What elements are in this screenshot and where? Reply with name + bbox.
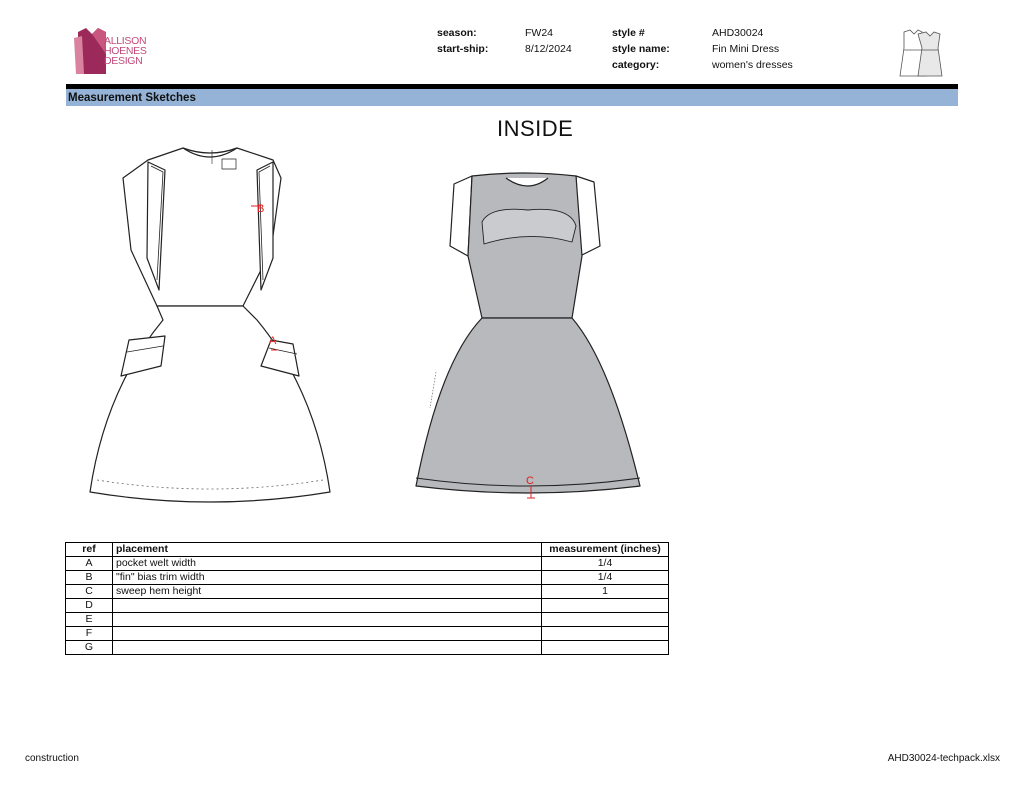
cell-placement: [112, 612, 542, 627]
category-value: women's dresses: [712, 59, 793, 71]
cell-measurement: 1: [541, 584, 669, 599]
table-header-row: ref placement measurement (inches): [65, 542, 669, 557]
cell-ref: E: [65, 612, 113, 627]
logo-wordmark: ALLISON HOENES DESIGN: [104, 36, 164, 67]
style-thumbnail: [896, 26, 944, 80]
brand-logo: ALLISON HOENES DESIGN: [72, 24, 162, 80]
footer-filename: AHD30024-techpack.xlsx: [887, 753, 1000, 764]
measurement-table: ref placement measurement (inches) A poc…: [65, 542, 669, 655]
cell-placement: [112, 626, 542, 641]
cell-measurement: 1/4: [541, 556, 669, 571]
table-row: B "fin" bias trim width 1/4: [65, 570, 669, 585]
cell-ref: B: [65, 570, 113, 585]
dress-inside-drawing: C: [415, 172, 641, 499]
inside-sketch: C: [410, 172, 646, 504]
table-row: C sweep hem height 1: [65, 584, 669, 599]
meta-labels-left: season: start-ship:: [437, 25, 488, 57]
table-row: D: [65, 598, 669, 613]
category-label: category:: [612, 59, 660, 71]
style-name-label: style name:: [612, 43, 670, 55]
cell-measurement: [541, 598, 669, 613]
footer-section-name: construction: [25, 753, 79, 764]
cell-placement: pocket welt width: [112, 556, 542, 571]
cell-ref: C: [65, 584, 113, 599]
start-ship-label: start-ship:: [437, 43, 489, 55]
section-title: Measurement Sketches: [66, 89, 958, 106]
header-placement: placement: [112, 542, 542, 557]
season-value: FW24: [525, 27, 554, 39]
marker-b: B: [257, 203, 264, 215]
table-row: F: [65, 626, 669, 641]
cell-ref: G: [65, 640, 113, 655]
style-name-value: Fin Mini Dress: [712, 43, 780, 55]
dress-front-drawing: B A: [89, 147, 331, 503]
cell-placement: [112, 598, 542, 613]
logo-line-3: DESIGN: [104, 55, 143, 67]
marker-a: A: [269, 335, 277, 347]
table-row: A pocket welt width 1/4: [65, 556, 669, 571]
front-sketch: B A: [85, 140, 335, 508]
marker-c: C: [526, 475, 534, 487]
season-label: season:: [437, 27, 477, 39]
cell-measurement: [541, 640, 669, 655]
cell-measurement: [541, 626, 669, 641]
meta-labels-right: style # style name: category:: [612, 25, 670, 73]
cell-ref: F: [65, 626, 113, 641]
view-title: INSIDE: [497, 116, 574, 141]
table-row: G: [65, 640, 669, 655]
cell-ref: D: [65, 598, 113, 613]
header-ref: ref: [65, 542, 113, 557]
header-measurement: measurement (inches): [541, 542, 669, 557]
style-number-value: AHD30024: [712, 27, 764, 39]
meta-values-left: FW24 8/12/2024: [525, 25, 572, 57]
meta-values-right: AHD30024 Fin Mini Dress women's dresses: [712, 25, 793, 73]
cell-placement: sweep hem height: [112, 584, 542, 599]
cell-measurement: 1/4: [541, 570, 669, 585]
style-number-label: style #: [612, 27, 645, 39]
start-ship-value: 8/12/2024: [525, 43, 572, 55]
cell-ref: A: [65, 556, 113, 571]
cell-placement: [112, 640, 542, 655]
cell-measurement: [541, 612, 669, 627]
table-row: E: [65, 612, 669, 627]
cell-placement: "fin" bias trim width: [112, 570, 542, 585]
